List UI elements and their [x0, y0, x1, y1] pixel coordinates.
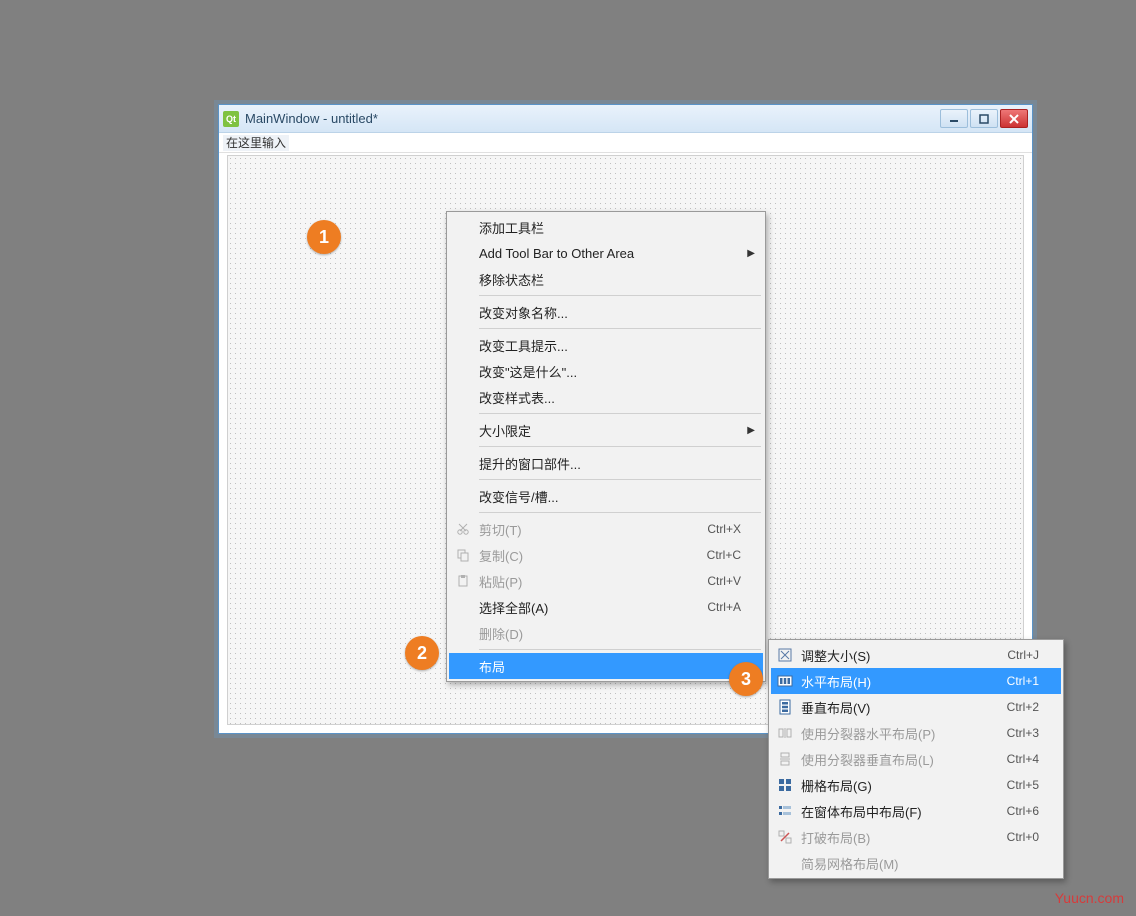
menu-change-stylesheet[interactable]: 改变样式表...: [449, 384, 763, 410]
submenu-simple-grid: 简易网格布局(M): [771, 850, 1061, 876]
menu-add-toolbar[interactable]: 添加工具栏: [449, 214, 763, 240]
menu-size-constraints[interactable]: 大小限定▶: [449, 417, 763, 443]
submenu-form-layout[interactable]: 在窗体布局中布局(F)Ctrl+6: [771, 798, 1061, 824]
window-buttons: [940, 109, 1028, 128]
vlayout-icon: [776, 698, 794, 716]
titlebar[interactable]: Qt MainWindow - untitled*: [219, 105, 1032, 133]
menu-separator: [479, 649, 761, 650]
menu-cut: 剪切(T)Ctrl+X: [449, 516, 763, 542]
callout-3: 3: [729, 662, 763, 696]
paste-icon: [454, 572, 472, 590]
submenu-break-layout: 打破布局(B)Ctrl+0: [771, 824, 1061, 850]
menu-separator: [479, 295, 761, 296]
menu-separator: [479, 413, 761, 414]
hsplitter-icon: [776, 724, 794, 742]
callout-1: 1: [307, 220, 341, 254]
chevron-right-icon: ▶: [747, 425, 755, 436]
menu-layout[interactable]: 布局▶: [449, 653, 763, 679]
menu-select-all[interactable]: 选择全部(A)Ctrl+A: [449, 594, 763, 620]
submenu-hsplitter: 使用分裂器水平布局(P)Ctrl+3: [771, 720, 1061, 746]
menubar-hint[interactable]: 在这里输入: [223, 135, 289, 151]
menu-add-toolbar-other[interactable]: Add Tool Bar to Other Area▶: [449, 240, 763, 266]
window-title: MainWindow - untitled*: [245, 111, 940, 126]
minimize-button[interactable]: [940, 109, 968, 128]
chevron-right-icon: ▶: [747, 248, 755, 259]
menu-change-tooltip[interactable]: 改变工具提示...: [449, 332, 763, 358]
vsplitter-icon: [776, 750, 794, 768]
menu-change-signals-slots[interactable]: 改变信号/槽...: [449, 483, 763, 509]
cut-icon: [454, 520, 472, 538]
watermark: Yuucn.com: [1055, 890, 1124, 906]
menu-change-object-name[interactable]: 改变对象名称...: [449, 299, 763, 325]
submenu-vsplitter: 使用分裂器垂直布局(L)Ctrl+4: [771, 746, 1061, 772]
form-icon: [776, 802, 794, 820]
submenu-vertical-layout[interactable]: 垂直布局(V)Ctrl+2: [771, 694, 1061, 720]
menu-change-whatsthis[interactable]: 改变"这是什么"...: [449, 358, 763, 384]
callout-2: 2: [405, 636, 439, 670]
menu-separator: [479, 479, 761, 480]
maximize-icon: [979, 114, 989, 124]
menubar[interactable]: 在这里输入: [219, 133, 1032, 153]
context-menu: 添加工具栏 Add Tool Bar to Other Area▶ 移除状态栏 …: [446, 211, 766, 682]
submenu-grid-layout[interactable]: 栅格布局(G)Ctrl+5: [771, 772, 1061, 798]
adjust-size-icon: [776, 646, 794, 664]
submenu-adjust-size[interactable]: 调整大小(S)Ctrl+J: [771, 642, 1061, 668]
hlayout-icon: [776, 672, 794, 690]
menu-paste: 粘贴(P)Ctrl+V: [449, 568, 763, 594]
menu-promote-widget[interactable]: 提升的窗口部件...: [449, 450, 763, 476]
menu-separator: [479, 446, 761, 447]
menu-separator: [479, 512, 761, 513]
close-icon: [1009, 114, 1019, 124]
close-button[interactable]: [1000, 109, 1028, 128]
grid-icon: [776, 776, 794, 794]
menu-copy: 复制(C)Ctrl+C: [449, 542, 763, 568]
menu-delete: 删除(D): [449, 620, 763, 646]
qt-icon: Qt: [223, 111, 239, 127]
minimize-icon: [949, 114, 959, 124]
menu-separator: [479, 328, 761, 329]
menu-remove-statusbar[interactable]: 移除状态栏: [449, 266, 763, 292]
submenu-horizontal-layout[interactable]: 水平布局(H)Ctrl+1: [771, 668, 1061, 694]
layout-submenu: 调整大小(S)Ctrl+J 水平布局(H)Ctrl+1 垂直布局(V)Ctrl+…: [768, 639, 1064, 879]
break-layout-icon: [776, 828, 794, 846]
maximize-button[interactable]: [970, 109, 998, 128]
copy-icon: [454, 546, 472, 564]
